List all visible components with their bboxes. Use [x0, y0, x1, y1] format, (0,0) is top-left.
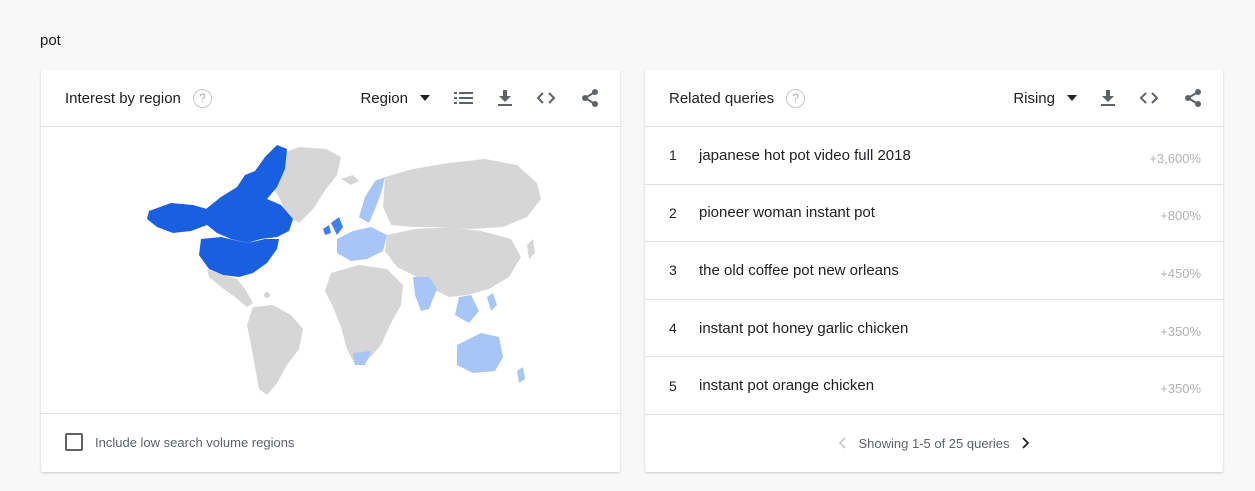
- query-text: pioneer woman instant pot: [699, 204, 875, 222]
- map-region-philippines[interactable]: [487, 293, 497, 311]
- query-value: +3,600%: [1149, 150, 1201, 166]
- map-region-southeast-asia[interactable]: [455, 295, 479, 323]
- embed-icon[interactable]: [1139, 91, 1159, 105]
- map-region-caribbean[interactable]: [264, 292, 270, 298]
- map-region-iceland[interactable]: [341, 175, 359, 185]
- query-rank: 5: [669, 377, 677, 394]
- query-rank: 2: [669, 204, 677, 221]
- queries-card-title: Related queries: [669, 89, 775, 107]
- map-region-russia[interactable]: [383, 159, 541, 229]
- query-row[interactable]: 5 instant pot orange chicken +350%: [645, 357, 1223, 415]
- queries-type-dropdown[interactable]: Rising: [1013, 90, 1077, 107]
- query-value: +450%: [1160, 265, 1201, 281]
- query-rank: 1: [669, 147, 677, 164]
- embed-icon[interactable]: [536, 91, 556, 105]
- share-icon[interactable]: [580, 88, 600, 108]
- query-list: 1 japanese hot pot video full 2018 +3,60…: [645, 127, 1223, 415]
- queries-type-dropdown-label: Rising: [1013, 89, 1055, 107]
- map-region-western-europe[interactable]: [337, 227, 387, 261]
- search-term: pot: [40, 32, 61, 49]
- query-rank: 3: [669, 262, 677, 279]
- include-low-volume-checkbox[interactable]: [65, 433, 83, 451]
- pagination: Showing 1-5 of 25 queries: [645, 415, 1223, 471]
- query-text: instant pot honey garlic chicken: [699, 319, 909, 337]
- next-page-button[interactable]: [1010, 437, 1042, 449]
- map-region-united-kingdom[interactable]: [331, 217, 343, 235]
- caret-down-icon: [1067, 95, 1077, 101]
- region-card-footer: Include low search volume regions: [41, 414, 620, 470]
- list-icon[interactable]: [454, 91, 474, 105]
- query-value: +350%: [1160, 323, 1201, 339]
- map-region-japan[interactable]: [527, 239, 535, 259]
- download-icon[interactable]: [498, 89, 512, 107]
- query-value: +800%: [1160, 208, 1201, 224]
- interest-by-region-card: Interest by region ? Region Include low …: [41, 70, 620, 472]
- query-rank: 4: [669, 320, 677, 337]
- query-row[interactable]: 4 instant pot honey garlic chicken +350%: [645, 300, 1223, 358]
- map-region-africa[interactable]: [325, 265, 403, 365]
- resolution-dropdown[interactable]: Region: [360, 90, 430, 107]
- share-icon[interactable]: [1183, 88, 1203, 108]
- chevron-left-icon: [839, 437, 847, 449]
- map-region-south-america[interactable]: [247, 305, 303, 395]
- map-region-ireland[interactable]: [323, 225, 331, 235]
- include-low-volume-label: Include low search volume regions: [95, 434, 295, 450]
- help-icon[interactable]: ?: [786, 88, 806, 108]
- download-icon[interactable]: [1101, 89, 1115, 107]
- map-region-alaska[interactable]: [147, 203, 207, 233]
- world-map[interactable]: [41, 127, 620, 414]
- chevron-right-icon: [1021, 437, 1029, 449]
- pagination-label: Showing 1-5 of 25 queries: [858, 435, 1010, 451]
- map-region-australia[interactable]: [457, 333, 503, 373]
- query-row[interactable]: 1 japanese hot pot video full 2018 +3,60…: [645, 127, 1223, 185]
- related-queries-card: Related queries ? Rising 1 japanese hot …: [645, 70, 1223, 472]
- map-region-asia[interactable]: [385, 227, 521, 297]
- query-value: +350%: [1160, 381, 1201, 397]
- prev-page-button[interactable]: [826, 437, 858, 449]
- map-region-scandinavia[interactable]: [359, 177, 385, 223]
- query-row[interactable]: 2 pioneer woman instant pot +800%: [645, 185, 1223, 243]
- query-row[interactable]: 3 the old coffee pot new orleans +450%: [645, 242, 1223, 300]
- region-card-header: Interest by region ? Region: [41, 70, 620, 127]
- help-icon[interactable]: ?: [192, 88, 212, 108]
- query-text: instant pot orange chicken: [699, 377, 875, 395]
- region-card-title: Interest by region: [65, 89, 181, 107]
- map-region-new-zealand[interactable]: [517, 367, 525, 383]
- query-text: japanese hot pot video full 2018: [699, 146, 911, 164]
- resolution-dropdown-label: Region: [360, 89, 408, 107]
- caret-down-icon: [420, 95, 430, 101]
- queries-card-header: Related queries ? Rising: [645, 70, 1223, 127]
- query-text: the old coffee pot new orleans: [699, 261, 899, 279]
